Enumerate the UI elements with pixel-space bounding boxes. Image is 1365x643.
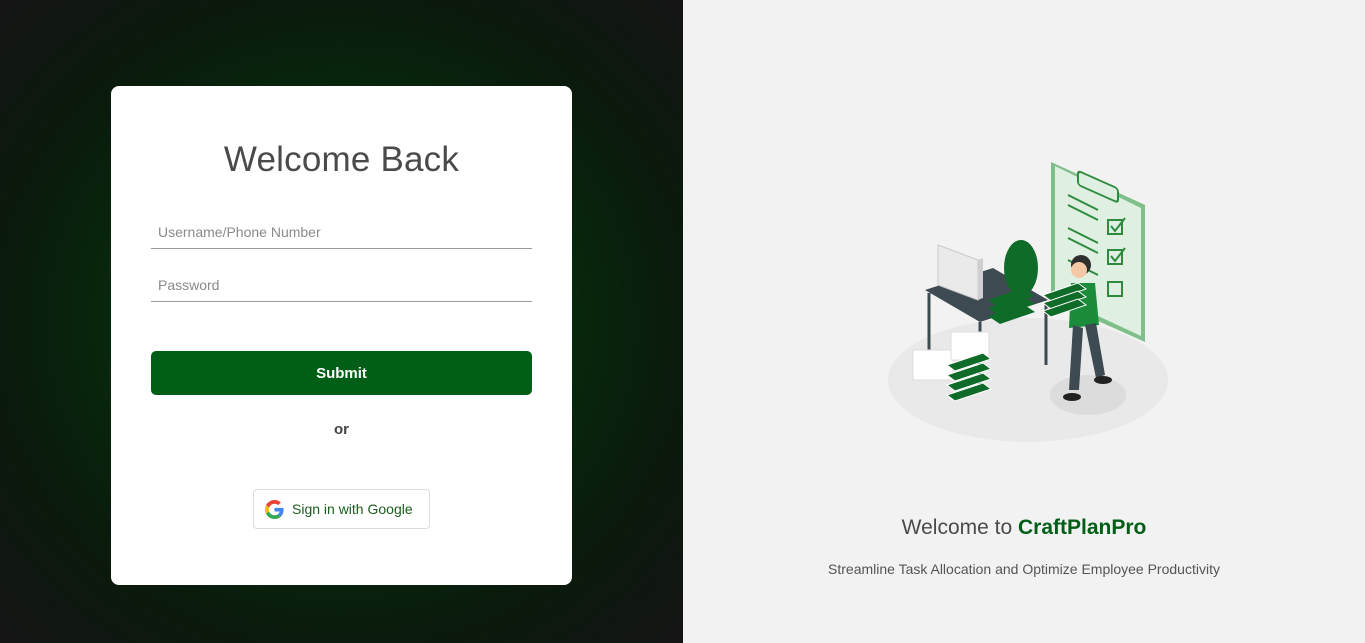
login-title: Welcome Back [223, 140, 460, 179]
hero-tagline: Streamline Task Allocation and Optimize … [828, 561, 1220, 577]
or-divider: or [334, 421, 349, 438]
username-input[interactable] [151, 215, 532, 249]
google-signin-label: Sign in with Google [292, 501, 413, 517]
brand-name: CraftPlanPro [1017, 516, 1147, 539]
hero-welcome: Welcome to CraftPlanPro [683, 516, 1365, 540]
submit-button[interactable]: Submit [151, 351, 532, 395]
google-signin-button[interactable]: Sign in with Google [253, 489, 430, 529]
google-g-icon [265, 499, 284, 519]
hero-welcome-prefix: Welcome to [901, 516, 1018, 539]
task-illustration [888, 162, 1168, 442]
password-input[interactable] [151, 268, 532, 302]
